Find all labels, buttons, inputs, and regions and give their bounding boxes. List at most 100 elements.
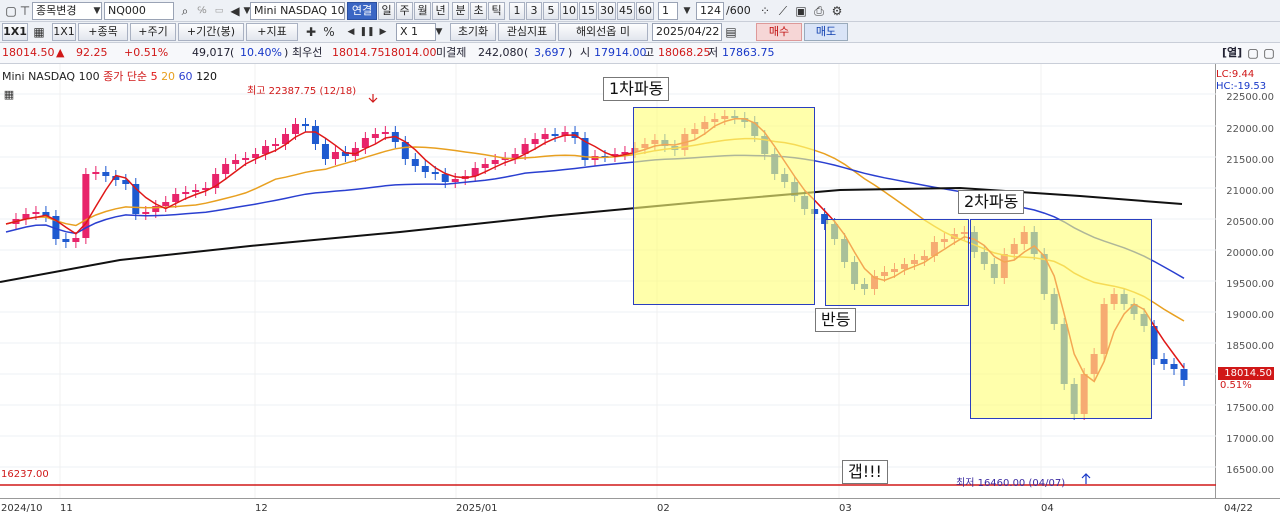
custom-interval-input[interactable]: 1 [658, 2, 678, 20]
legend-ma-20: 20 [161, 70, 176, 83]
next-icon[interactable]: ▶ [374, 23, 392, 41]
candle-body [1160, 359, 1168, 364]
sell-button[interactable]: 매도 [804, 23, 848, 41]
gap-level: 16237.00 [1, 469, 49, 480]
interval-3[interactable]: 3 [526, 2, 542, 20]
overseas-option-button[interactable]: 해외선옵 미 [558, 23, 648, 41]
interval-15[interactable]: 15 [579, 2, 597, 20]
crosshair-icon[interactable]: ✚ [302, 23, 320, 41]
date-input[interactable]: 2025/04/22 [652, 23, 722, 41]
high-label: 고 [644, 46, 655, 59]
interval-5[interactable]: 5 [543, 2, 559, 20]
period-month[interactable]: 월 [414, 2, 431, 20]
percent-icon[interactable]: % [320, 23, 338, 41]
candle-body [292, 124, 300, 134]
low-arrow-icon [1081, 473, 1091, 484]
add-indicator-button[interactable]: +지표 [246, 23, 298, 41]
x-tick-label: 2025/01 [456, 503, 498, 514]
candle-body [32, 212, 40, 214]
add-item-button[interactable]: +종목 [78, 23, 128, 41]
save-icon[interactable]: ▣ [792, 2, 810, 20]
period-tick[interactable]: 틱 [488, 2, 505, 20]
reset-button[interactable]: 초기화 [450, 23, 496, 41]
quote-bar: 18014.50 ▲ 92.25 +0.51% 49,017 ( 10.40% … [0, 43, 1280, 64]
add-period-button[interactable]: +주기 [130, 23, 176, 41]
memo-icon[interactable]: ℅ [193, 2, 211, 20]
code-input[interactable]: NQ000 [104, 2, 174, 20]
candle-body [222, 164, 230, 174]
layout-button[interactable]: 1X1 [2, 23, 28, 41]
current-pct: 0.51% [1220, 380, 1252, 391]
oi-change: 3,697 [534, 46, 566, 59]
candle-body [311, 126, 319, 144]
gear-icon[interactable]: ⚙ [828, 2, 846, 20]
low-price: 17863.75 [722, 46, 775, 59]
period-day[interactable]: 일 [378, 2, 395, 20]
best-ask-label: 최우선 [292, 46, 323, 59]
y-tick-label: 19500.00 [1226, 279, 1274, 290]
y-tick-label: 17000.00 [1226, 434, 1274, 445]
legend-ma-label: 종가 단순 [103, 70, 148, 83]
interval-45[interactable]: 45 [617, 2, 635, 20]
candle-body [491, 160, 499, 164]
table-icon[interactable]: ▦ [0, 86, 18, 104]
wave2-label: 2차파동 [958, 190, 1025, 214]
gap-label: 갭!!! [842, 460, 888, 484]
toolbar-secondary: 1X1 ▦ 1X1 +종목 +주기 +기간(봉) +지표 ✚ % ◀ ❚❚ ▶ … [0, 22, 1280, 43]
y-tick-label: 16500.00 [1226, 465, 1274, 476]
analysis-icon[interactable]: ⁘ [756, 2, 774, 20]
y-tick-label: 22500.00 [1226, 92, 1274, 103]
price-chart[interactable]: Mini NASDAQ 100 종가 단순 5 20 60 120 ▦ 최고 2… [0, 64, 1216, 498]
candle-body [192, 190, 200, 192]
candle-body [451, 179, 459, 182]
y-tick-label: 22000.00 [1226, 124, 1274, 135]
panel-icon[interactable]: ▢ [1260, 44, 1278, 62]
candle-body [421, 166, 429, 172]
quote-price: 18014.50 [2, 46, 55, 59]
right-panel-tab[interactable]: [열] [1222, 46, 1242, 60]
interval-30[interactable]: 30 [598, 2, 616, 20]
high-annotation: 최고 22387.75 (12/18) [247, 86, 357, 97]
add-range-button[interactable]: +기간(봉) [178, 23, 244, 41]
best-ask: 18014.75 [332, 46, 385, 59]
legend-product: Mini NASDAQ 100 [2, 70, 100, 83]
interval-1[interactable]: 1 [509, 2, 525, 20]
layout2-button[interactable]: 1X1 [52, 23, 76, 41]
candle-body [172, 194, 180, 202]
x-tick-label: 04 [1041, 503, 1054, 514]
search-icon[interactable]: ⌕ [176, 2, 194, 20]
x-axis: 2024/10 11 12 2025/01 02 03 04 04/22 [0, 498, 1280, 518]
best-bid: 18014.00 [384, 46, 437, 59]
x-tick-label: 11 [60, 503, 73, 514]
link-button[interactable]: 연결 [347, 2, 377, 20]
interval-10[interactable]: 10 [560, 2, 578, 20]
candle-body [381, 132, 389, 134]
y-tick-label: 20500.00 [1226, 217, 1274, 228]
grid-icon[interactable]: ▦ [30, 23, 48, 41]
watch-indicator-button[interactable]: 관심지표 [498, 23, 556, 41]
period-week[interactable]: 주 [396, 2, 413, 20]
line-tool-icon[interactable]: ⟋ [774, 2, 792, 20]
open-interest: 242,080 [478, 46, 524, 59]
candle-body [431, 172, 439, 174]
open-label: 시 [580, 46, 591, 59]
x-tick-label: 04/22 [1224, 503, 1253, 514]
candle-body [531, 139, 539, 144]
period-minute[interactable]: 분 [452, 2, 469, 20]
calendar-icon[interactable]: ▤ [722, 23, 740, 41]
low-annotation: 최저 16460.00 (04/07) [956, 478, 1066, 489]
candle-body [371, 134, 379, 138]
chevron-down-icon[interactable]: ▼ [430, 23, 448, 41]
interval-60[interactable]: 60 [636, 2, 654, 20]
period-second[interactable]: 초 [470, 2, 487, 20]
candle-body [182, 192, 190, 194]
chevron-down-icon[interactable]: ▼ [678, 2, 696, 20]
candle-body [331, 152, 339, 159]
legend-ma-5: 5 [150, 70, 158, 83]
period-year[interactable]: 년 [432, 2, 449, 20]
legend-ma-60: 60 [178, 70, 193, 83]
print-icon[interactable]: ⎙ [810, 2, 828, 20]
open-interest-label: 미결제 [436, 46, 467, 59]
count-input[interactable]: 124 [696, 2, 724, 20]
buy-button[interactable]: 매수 [756, 23, 802, 41]
